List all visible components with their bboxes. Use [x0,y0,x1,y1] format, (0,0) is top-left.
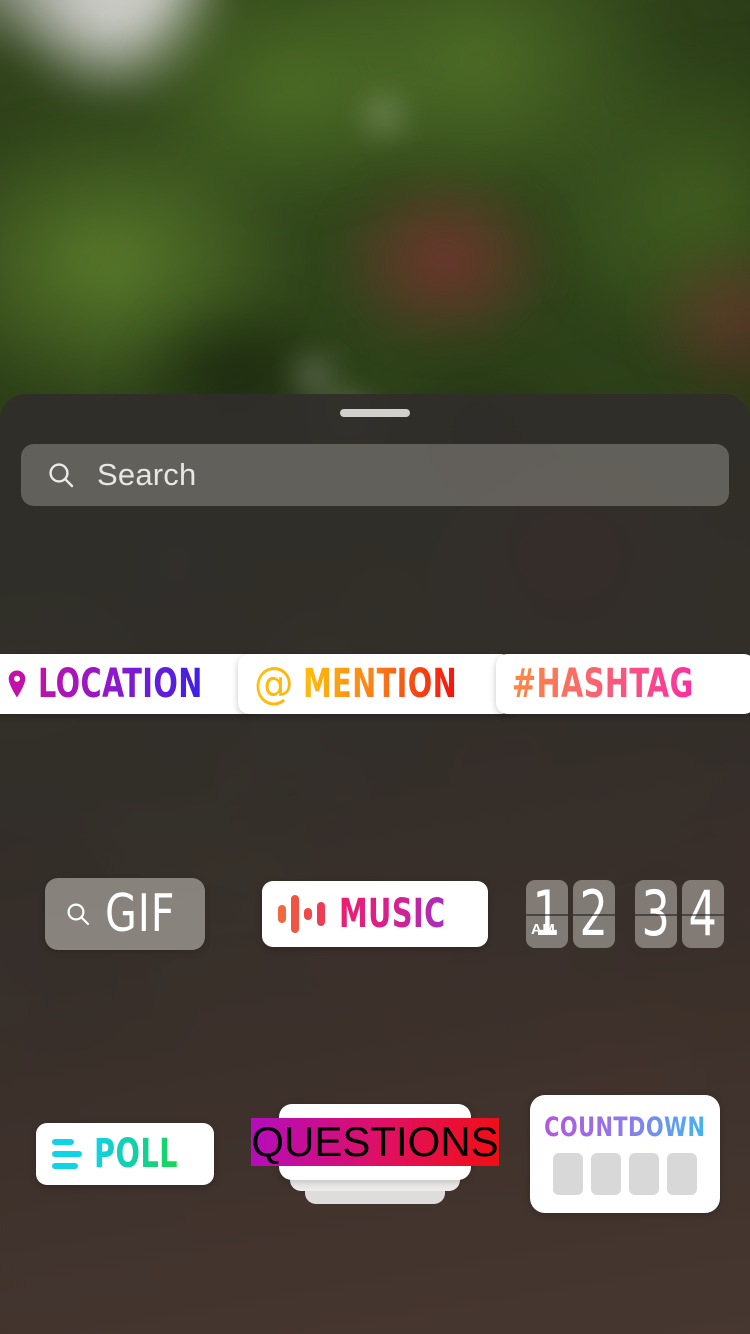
mention-sticker[interactable]: @ MENTION [237,654,513,714]
story-sticker-tray-screen: Search LOCATION @ MENTION #HASHTAG GIF M… [0,0,750,1334]
music-sticker[interactable]: MUSIC [261,881,489,947]
countdown-sticker-label: COUNTDOWN [544,1111,706,1143]
sticker-row-3: POLL QUESTIONS COUNTDOWN [0,1084,750,1224]
gif-sticker[interactable]: GIF [45,878,205,950]
music-sticker-label: MUSIC [338,891,446,937]
sticker-cell-location: LOCATION [0,654,260,714]
clock-meridiem: AM [531,921,556,938]
poll-sticker-label: POLL [93,1131,178,1177]
sticker-cell-hashtag: #HASHTAG [495,654,750,714]
search-placeholder-text: Search [97,457,197,492]
questions-sticker-label: QUESTIONS [251,1118,499,1166]
location-sticker[interactable]: LOCATION [0,654,260,714]
mention-sticker-label: MENTION [303,661,458,707]
search-icon [47,461,75,489]
equalizer-icon [277,894,325,934]
sheet-drag-handle[interactable] [340,409,410,417]
sticker-cell-gif: GIF [0,878,250,950]
sticker-cell-mention: @ MENTION [237,654,513,714]
sticker-cell-time: 1 AM 2 3 4 [500,880,750,948]
questions-sticker[interactable]: QUESTIONS [251,1104,499,1204]
clock-tile: 4 [682,880,724,948]
clock-tile: 1 AM [526,880,568,948]
sticker-cell-countdown: COUNTDOWN [500,1095,750,1213]
sticker-cell-music: MUSIC [250,881,500,947]
location-pin-icon [6,669,28,699]
sticker-row-2: GIF MUSIC 1 AM 2 3 4 [0,864,750,964]
at-symbol-icon: @ [253,658,294,709]
hashtag-sticker[interactable]: #HASHTAG [495,654,750,714]
poll-sticker[interactable]: POLL [35,1123,215,1185]
clock-tile: 3 [635,880,677,948]
countdown-boxes-icon [553,1152,697,1195]
clock-tile: 2 [573,880,615,948]
time-sticker[interactable]: 1 AM 2 3 4 [526,880,724,948]
sticker-row-1: LOCATION @ MENTION #HASHTAG [0,639,750,729]
sticker-cell-questions: QUESTIONS [250,1104,500,1204]
poll-bars-icon [51,1139,82,1169]
location-sticker-label: LOCATION [38,661,203,707]
gif-sticker-label: GIF [105,884,176,944]
flip-clock-icon-minutes: 3 4 [635,880,724,948]
countdown-sticker[interactable]: COUNTDOWN [530,1095,720,1213]
sticker-cell-poll: POLL [0,1123,250,1185]
flip-clock-icon: 1 AM 2 [526,880,615,948]
sticker-tray-sheet: Search LOCATION @ MENTION #HASHTAG GIF M… [0,394,750,1334]
search-icon [65,901,91,927]
hashtag-sticker-label: #HASHTAG [511,661,694,707]
search-input[interactable]: Search [21,444,729,506]
